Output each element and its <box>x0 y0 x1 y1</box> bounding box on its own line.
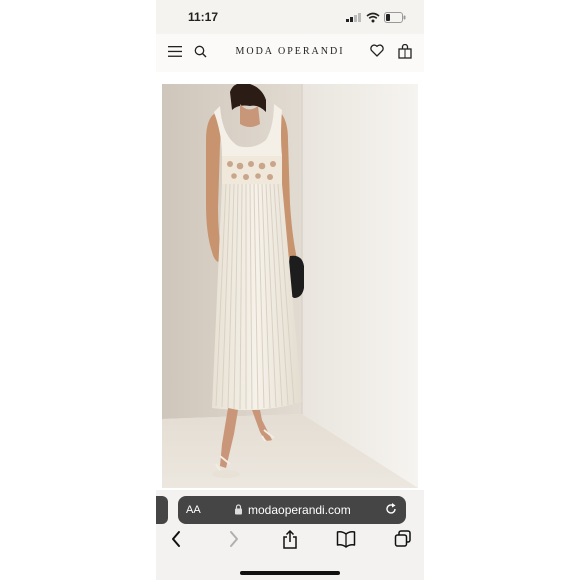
battery-icon <box>384 11 406 23</box>
safari-toolbar <box>156 530 424 554</box>
product-image[interactable] <box>162 84 418 488</box>
status-bar: 11:17 <box>156 0 424 34</box>
lock-icon <box>235 504 242 515</box>
text-size-button[interactable]: AA <box>186 504 201 516</box>
site-header: MODA OPERANDI <box>156 34 424 73</box>
product-photo <box>162 84 418 488</box>
safari-bottom-bar: AA modaoperandi.com <box>156 490 424 580</box>
tabs-icon[interactable] <box>394 530 412 548</box>
cellular-signal-icon <box>346 13 361 22</box>
previous-tab-pill[interactable] <box>156 496 168 524</box>
reload-icon[interactable] <box>384 502 398 516</box>
address-bar[interactable]: AA modaoperandi.com <box>178 496 406 524</box>
shopping-bag-icon[interactable] <box>398 44 412 59</box>
share-icon[interactable] <box>282 530 298 550</box>
status-icons <box>346 11 406 23</box>
status-time: 11:17 <box>188 10 219 24</box>
phone-screen: 11:17 MODA OPERANDI AA modaoperandi.com <box>156 0 424 580</box>
wifi-icon <box>366 12 380 22</box>
bookmarks-icon[interactable] <box>336 530 356 548</box>
heart-icon[interactable] <box>370 44 384 57</box>
page-content <box>156 72 424 490</box>
forward-icon[interactable] <box>228 530 240 548</box>
url-text[interactable]: modaoperandi.com <box>248 503 351 517</box>
home-indicator <box>240 571 340 575</box>
back-icon[interactable] <box>170 530 182 548</box>
